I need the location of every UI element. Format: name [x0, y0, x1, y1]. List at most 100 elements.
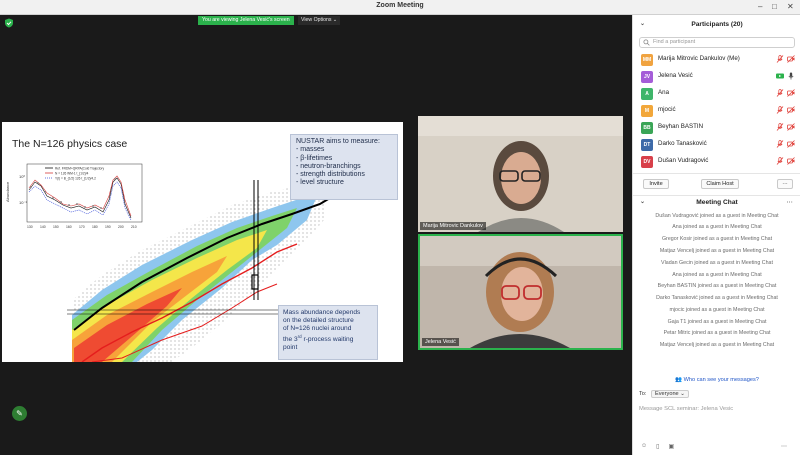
invite-button[interactable]: Invite — [643, 179, 669, 189]
to-label: To: — [639, 391, 647, 397]
people-icon: 👥 — [675, 377, 683, 383]
avatar: JV — [641, 71, 653, 83]
chat-message: Gregor Kosir joined as a guest in Meetin… — [661, 236, 773, 243]
mini-ytick: 10⁻¹ — [19, 200, 28, 205]
collapse-chevron-icon[interactable]: ⌄ — [640, 196, 645, 209]
participant-name: Dušan Vudragović — [658, 157, 709, 164]
mini-xtick: 150 — [53, 225, 59, 229]
right-sidebar: ⌄ Participants (20) Find a participant M… — [632, 15, 800, 455]
nustar-line: - masses — [296, 146, 325, 154]
participant-row[interactable]: BB Beyhan BASTIN — [633, 119, 800, 136]
chat-message: Matjaz Vencelj joined as a guest in Meet… — [659, 342, 775, 349]
file-icon[interactable]: ▯ — [656, 443, 659, 450]
participant-row[interactable]: MM Marija Mitrovic Dankulov (Me) — [633, 51, 800, 68]
participant-list: MM Marija Mitrovic Dankulov (Me) JV Jelena … — [633, 51, 800, 171]
screen-share-banner: You are viewing Jelena Vesić's screen — [198, 16, 294, 25]
participant-name: Darko Tanasković — [658, 140, 707, 147]
microphone-muted-icon — [776, 55, 784, 63]
recipient-select[interactable]: Everyone ⌄ — [651, 390, 689, 398]
chat-tools-more-icon[interactable]: ⋯ — [781, 443, 787, 450]
slide-title: The N=126 physics case — [12, 138, 128, 150]
video-name-tag: Marija Mitrovic Dankulov — [420, 222, 486, 230]
nustar-line: - level structure — [296, 179, 344, 187]
participant-video-image — [418, 116, 623, 232]
chat-header: ⌄ Meeting Chat ⋯ — [633, 195, 800, 208]
camera-off-icon — [787, 123, 795, 131]
participant-status-icons — [776, 123, 795, 131]
annotate-pencil-button[interactable]: ✎ — [12, 406, 27, 421]
microphone-muted-icon — [776, 140, 784, 148]
chat-recipient-row: To: Everyone ⌄ — [639, 390, 689, 398]
participant-name: Marija Mitrovic Dankulov (Me) — [658, 55, 740, 62]
nustar-line: - strength distributions — [296, 171, 365, 179]
claim-host-button[interactable]: Claim Host — [701, 179, 739, 189]
screenshot-icon[interactable]: ▣ — [668, 443, 674, 450]
chat-message: Ana joined as a guest in Meeting Chat — [672, 271, 762, 278]
nustar-line: - β-lifetimes — [296, 154, 333, 162]
participant-status-icons — [776, 55, 795, 63]
chat-more-icon[interactable]: ⋯ — [786, 196, 793, 209]
close-button[interactable]: ✕ — [787, 2, 794, 12]
chat-message: Darko Tanasković joined as a guest in Me… — [656, 295, 778, 302]
shared-slide: The N=126 physics case Abundance 10⁰ 10⁻… — [2, 122, 403, 362]
participant-row[interactable]: DV Dušan Vudragović — [633, 153, 800, 170]
shield-icon — [5, 18, 13, 28]
minimize-button[interactable]: – — [758, 2, 762, 12]
mass-line: on the detailed structure — [283, 317, 354, 324]
participant-row[interactable]: DT Darko Tanasković — [633, 136, 800, 153]
participant-status-icons — [776, 157, 795, 165]
camera-off-icon — [787, 157, 795, 165]
chat-message: Petar Mitric joined as a guest in Meetin… — [663, 330, 771, 337]
camera-off-icon — [787, 89, 795, 97]
participant-status-icons — [776, 106, 795, 114]
pencil-icon: ✎ — [16, 409, 23, 418]
window-title: Zoom Meeting — [376, 2, 424, 9]
maximize-button[interactable]: □ — [772, 2, 777, 12]
window-titlebar: Zoom Meeting – □ ✕ — [0, 0, 800, 15]
participant-row[interactable]: JV Jelena Vesić — [633, 68, 800, 85]
chat-message: Dušan Vudragović joined as a guest in Me… — [655, 212, 779, 219]
participant-row[interactable]: A Ana — [633, 85, 800, 102]
avatar: MM — [641, 54, 653, 66]
collapse-chevron-icon[interactable]: ⌄ — [640, 18, 645, 31]
chat-message: Ana joined as a guest in Meeting Chat — [672, 224, 762, 231]
participant-name: Ana — [658, 89, 670, 96]
participant-status-icons — [776, 72, 795, 80]
avatar: A — [641, 88, 653, 100]
view-options-button[interactable]: View Options ⌄ — [298, 16, 341, 25]
video-tile-jelena[interactable]: Jelena Vesić — [418, 234, 623, 350]
video-name-tag: Jelena Vesić — [422, 338, 459, 346]
participant-name: Jelena Vesić — [658, 72, 693, 79]
mass-line: of N=126 nuclei around — [283, 325, 352, 332]
emoji-icon[interactable]: ☺ — [641, 443, 647, 450]
mini-xtick: 130 — [27, 225, 33, 229]
search-icon — [643, 39, 650, 46]
who-can-see-link[interactable]: 👥 Who can see your messages? — [633, 377, 800, 383]
chat-message-input[interactable]: Message SCL seminar: Jelena Vesic — [639, 406, 795, 412]
microphone-muted-icon — [776, 157, 784, 165]
chat-message-list[interactable]: Dušan Vudragović joined as a guest in Me… — [633, 210, 800, 380]
microphone-muted-icon — [776, 106, 784, 114]
mini-legend-entry: N = 126 WM-1 t_{1/2}/4 — [55, 172, 89, 176]
mass-abundance-box: Mass abundance depends on the detailed s… — [278, 305, 378, 360]
participant-name: mjocić — [658, 106, 676, 113]
chat-message: Gaja T1 joined as a guest in Meeting Cha… — [667, 318, 767, 325]
participant-search-input[interactable]: Find a participant — [639, 37, 795, 48]
participants-header: ⌄ Participants (20) — [633, 18, 800, 31]
participant-video-image — [420, 236, 621, 348]
mass-line: point — [283, 344, 298, 352]
camera-on-icon — [776, 73, 784, 79]
chat-message: Vladan Gecin joined as a guest in Meetin… — [661, 259, 773, 266]
mini-ytick: 10⁰ — [19, 174, 25, 179]
nustar-line: NUSTAR aims to measure: — [296, 138, 380, 145]
participant-status-icons — [776, 89, 795, 97]
mini-legend-entry: Ref. FRDM+QRPA(Cold Trajectory — [55, 167, 104, 171]
more-options-button[interactable]: ··· — [777, 179, 793, 189]
mass-line: Mass abundance depends — [283, 309, 361, 316]
camera-off-icon — [787, 55, 795, 63]
video-tile-marija[interactable]: Marija Mitrovic Dankulov — [418, 116, 623, 232]
avatar: BB — [641, 122, 653, 134]
participant-row[interactable]: Mmjocić — [633, 102, 800, 119]
microphone-muted-icon — [776, 89, 784, 97]
avatar: DT — [641, 139, 653, 151]
